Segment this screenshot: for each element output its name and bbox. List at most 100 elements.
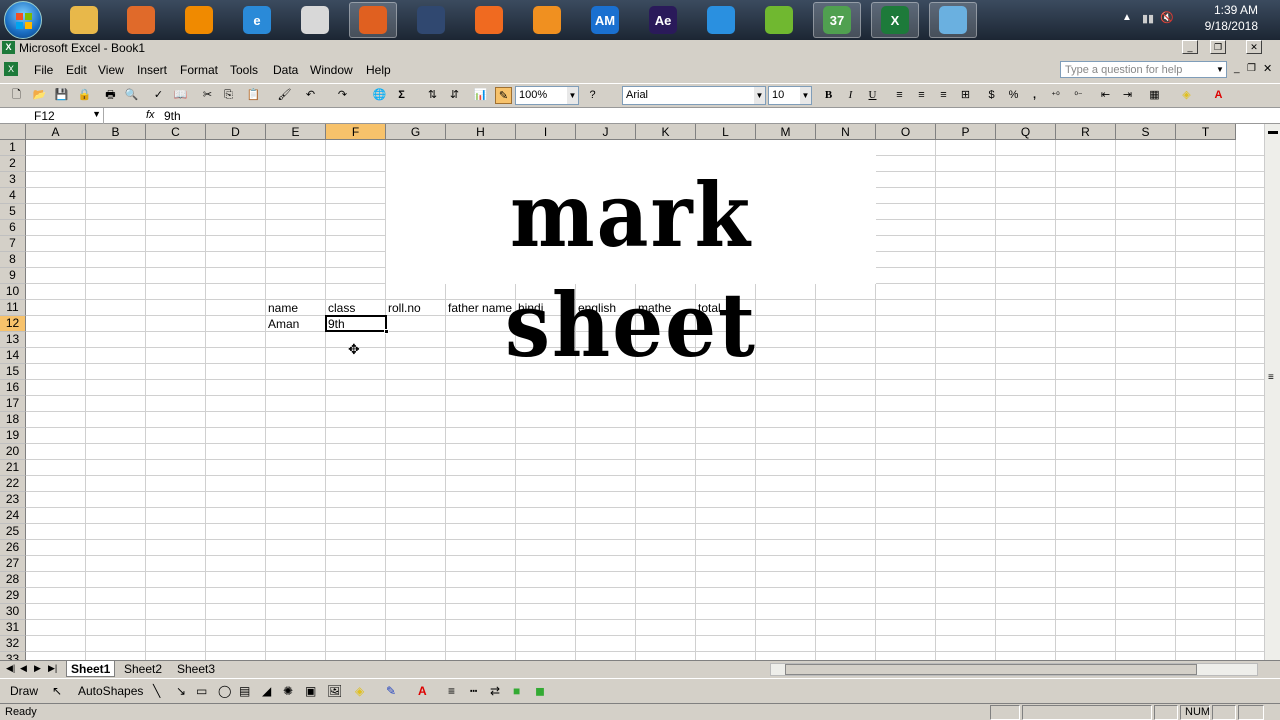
column-header-c[interactable]: C: [146, 124, 206, 140]
row-header-30[interactable]: 30: [0, 604, 26, 620]
column-header-b[interactable]: B: [86, 124, 146, 140]
chevron-down-icon[interactable]: ▼: [800, 87, 811, 104]
sort-descending-icon[interactable]: ⇵: [446, 87, 463, 104]
copy-icon[interactable]: ⎘: [220, 87, 237, 104]
tray-arrow-icon[interactable]: ▲: [1122, 12, 1132, 23]
help-search-input[interactable]: Type a question for help ▼: [1060, 61, 1227, 78]
taskbar-firefox-button[interactable]: [465, 2, 513, 38]
taskbar-bluestacks-button[interactable]: [755, 2, 803, 38]
dash-style-icon[interactable]: ┅: [470, 684, 477, 698]
percent-button[interactable]: %: [1005, 87, 1022, 104]
oval-icon[interactable]: ◯: [218, 684, 231, 698]
chevron-down-icon[interactable]: ▼: [754, 87, 765, 104]
taskbar-internet-explorer-button[interactable]: e: [233, 2, 281, 38]
chart-wizard-icon[interactable]: 📊: [472, 87, 489, 104]
taskbar-sync-app-button[interactable]: [697, 2, 745, 38]
hyperlink-icon[interactable]: 🌐: [371, 87, 388, 104]
row-header-22[interactable]: 22: [0, 476, 26, 492]
sheet-tab-2[interactable]: Sheet2: [120, 661, 166, 677]
menu-edit[interactable]: Edit: [66, 63, 87, 77]
doc-restore-button[interactable]: ❐: [1247, 63, 1256, 74]
minimize-button[interactable]: _: [1182, 40, 1198, 54]
column-header-i[interactable]: I: [516, 124, 576, 140]
decrease-decimal-icon[interactable]: ⁰⁻: [1070, 87, 1087, 104]
column-header-o[interactable]: O: [876, 124, 936, 140]
header-cell[interactable]: father name: [446, 300, 512, 316]
row-header-26[interactable]: 26: [0, 540, 26, 556]
diagram-icon[interactable]: ✺: [283, 684, 293, 698]
row-header-6[interactable]: 6: [0, 220, 26, 236]
row-header-1[interactable]: 1: [0, 140, 26, 156]
research-icon[interactable]: 📖: [172, 87, 189, 104]
volume-icon[interactable]: 🔇: [1160, 11, 1174, 24]
column-header-s[interactable]: S: [1116, 124, 1176, 140]
increase-decimal-icon[interactable]: ⁺⁰: [1047, 87, 1064, 104]
column-header-d[interactable]: D: [206, 124, 266, 140]
menu-window[interactable]: Window: [310, 63, 353, 77]
menu-help[interactable]: Help: [366, 63, 391, 77]
column-header-n[interactable]: N: [816, 124, 876, 140]
column-header-m[interactable]: M: [756, 124, 816, 140]
comma-button[interactable]: ,: [1026, 87, 1043, 104]
arrow-icon[interactable]: ↘: [176, 684, 186, 698]
line-color-icon[interactable]: ✎: [386, 684, 396, 698]
row-header-13[interactable]: 13: [0, 332, 26, 348]
taskbar-excel-button[interactable]: X: [871, 2, 919, 38]
menu-insert[interactable]: Insert: [137, 63, 167, 77]
row-header-12[interactable]: 12: [0, 316, 26, 332]
fill-color-icon[interactable]: ◈: [355, 684, 364, 698]
header-cell[interactable]: name: [266, 300, 298, 316]
taskbar-chrome-button[interactable]: [291, 2, 339, 38]
picture-icon[interactable]: 🖼: [327, 684, 342, 698]
row-header-31[interactable]: 31: [0, 620, 26, 636]
doc-close-button[interactable]: ✕: [1263, 62, 1272, 75]
row-header-9[interactable]: 9: [0, 268, 26, 284]
row-header-24[interactable]: 24: [0, 508, 26, 524]
function-icon[interactable]: fx: [146, 109, 155, 121]
header-cell[interactable]: total: [696, 300, 721, 316]
active-cell[interactable]: [325, 315, 389, 334]
select-all-button[interactable]: [0, 124, 26, 140]
menu-tools[interactable]: Tools: [230, 63, 258, 77]
undo-icon[interactable]: ↶: [302, 87, 319, 104]
align-left-icon[interactable]: ≡: [891, 87, 908, 104]
arrow-style-icon[interactable]: ⇄: [490, 684, 500, 698]
scroll-thumb[interactable]: [785, 664, 1197, 675]
row-header-15[interactable]: 15: [0, 364, 26, 380]
row-header-3[interactable]: 3: [0, 172, 26, 188]
select-objects-icon[interactable]: ↖: [52, 684, 62, 698]
sheet-tab-1[interactable]: Sheet1: [66, 661, 116, 677]
taskbar-clapper-app-button[interactable]: 37: [813, 2, 861, 38]
row-header-11[interactable]: 11: [0, 300, 26, 316]
textbox-icon[interactable]: ▤: [239, 684, 250, 698]
header-cell[interactable]: english: [576, 300, 616, 316]
menu-data[interactable]: Data: [273, 63, 298, 77]
paste-icon[interactable]: 📋: [245, 87, 262, 104]
taskbar-recorder-button[interactable]: [349, 2, 397, 38]
taskbar-after-effects-button[interactable]: Ae: [639, 2, 687, 38]
excel-icon[interactable]: X: [2, 41, 15, 54]
row-header-4[interactable]: 4: [0, 188, 26, 204]
line-icon[interactable]: ╲: [153, 684, 160, 698]
chevron-down-icon[interactable]: ▼: [1214, 62, 1226, 77]
formula-input[interactable]: 9th: [164, 109, 181, 123]
align-right-icon[interactable]: ≡: [935, 87, 952, 104]
column-header-q[interactable]: Q: [996, 124, 1056, 140]
row-header-2[interactable]: 2: [0, 156, 26, 172]
autoshapes-button[interactable]: AutoShapes: [78, 684, 143, 698]
column-header-e[interactable]: E: [266, 124, 326, 140]
row-header-27[interactable]: 27: [0, 556, 26, 572]
fill-handle[interactable]: [384, 329, 389, 334]
underline-button[interactable]: U: [864, 87, 881, 104]
close-button[interactable]: ✕: [1246, 40, 1262, 54]
menu-file[interactable]: File: [34, 63, 53, 77]
row-header-5[interactable]: 5: [0, 204, 26, 220]
next-sheet-icon[interactable]: ▶: [34, 663, 41, 674]
restore-button[interactable]: ❐: [1210, 40, 1226, 54]
fill-color-icon[interactable]: ◈: [1178, 87, 1195, 104]
open-icon[interactable]: 📂: [31, 87, 48, 104]
taskbar-media-app-button[interactable]: [407, 2, 455, 38]
name-box[interactable]: F12 ▼: [0, 108, 104, 124]
taskbar-vlc-button[interactable]: [175, 2, 223, 38]
column-header-j[interactable]: J: [576, 124, 636, 140]
